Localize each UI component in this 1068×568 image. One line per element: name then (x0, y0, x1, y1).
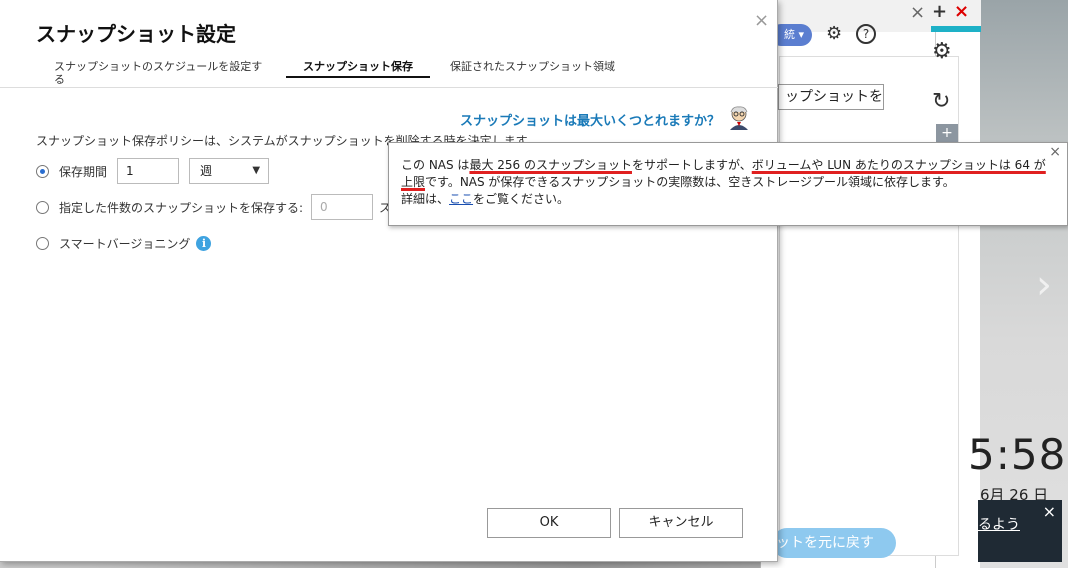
notification-text[interactable]: るよう (978, 514, 1038, 534)
tooltip-text-part: この NAS は (401, 158, 470, 172)
max-snapshots-help-link[interactable]: スナップショットは最大いくつとれますか？ (460, 110, 720, 129)
retention-period-label: 保存期間 (59, 164, 108, 179)
ok-button[interactable]: OK (487, 508, 611, 538)
retention-unit-select[interactable]: 週 ▼ (189, 158, 270, 184)
retention-period-radio[interactable] (36, 164, 49, 178)
settings-gear-icon[interactable]: ⚙ (932, 41, 952, 63)
background-window-panel (779, 56, 959, 556)
dialog-title: スナップショット設定 (36, 22, 236, 46)
tooltip-text: この NAS は最大 256 のスナップショットをサポートしますが、ボリュームや… (401, 157, 1051, 208)
chevron-right-icon[interactable]: › (1036, 262, 1052, 308)
tab-guaranteed-space[interactable]: 保証されたスナップショット領域 (450, 60, 650, 73)
take-snapshot-button[interactable]: ップショットを撮る (778, 84, 884, 110)
notification-toast: るよう × (978, 500, 1062, 562)
keep-count-label: 指定した件数のスナップショットを保存する: (59, 200, 304, 215)
tooltip-highlight-max: 最大 256 のスナップショット (469, 158, 632, 172)
keep-count-option: 指定した件数のスナップショットを保存する: 0 ス (36, 194, 391, 220)
dialog-close-icon[interactable]: × (754, 10, 769, 31)
tooltip-text-part: です。NAS が保存できるスナップショットの実際数は、空きストレージプール領域に… (425, 175, 955, 189)
restore-snapshot-button[interactable]: ットを元に戻す (772, 528, 896, 558)
cancel-button[interactable]: キャンセル (619, 508, 743, 538)
snapshot-limit-tooltip: × この NAS は最大 256 のスナップショットをサポートしますが、ボリュー… (388, 142, 1068, 226)
retention-period-option: 保存期間 1 週 ▼ (36, 158, 270, 184)
tab-bar: スナップショットのスケジュールを設定する スナップショット保存 保証されたスナッ… (0, 56, 778, 88)
tooltip-text-part: 詳細は、 (401, 192, 450, 206)
info-icon[interactable]: i (196, 235, 212, 251)
retention-period-input[interactable]: 1 (117, 158, 180, 184)
details-link[interactable]: ここ (449, 192, 473, 206)
keep-count-radio[interactable] (36, 200, 49, 214)
tooltip-text-part: をご覧ください。 (473, 192, 570, 206)
window-close-icon[interactable]: × (954, 2, 969, 22)
tab-retention[interactable]: スナップショット保存 (286, 60, 430, 78)
smart-versioning-option: スマートバージョニング i (36, 230, 212, 256)
snapshot-settings-dialog: スナップショット設定 × スナップショットのスケジュールを設定する スナップショ… (0, 0, 778, 562)
smart-versioning-radio[interactable] (36, 236, 49, 250)
help-icon[interactable]: ? (856, 24, 876, 44)
smart-versioning-label: スマートバージョニング (59, 236, 191, 251)
refresh-icon[interactable]: ↻ (932, 91, 950, 113)
tooltip-text-part: をサポートしますが、 (631, 158, 752, 172)
desktop-wallpaper (978, 0, 1068, 568)
desktop-clock: 5:58 (968, 430, 1067, 479)
notification-close-icon[interactable]: × (1043, 502, 1056, 521)
background-close-icon[interactable]: × (910, 2, 925, 23)
retention-unit-value: 週 (200, 164, 213, 178)
dropdown-arrow-icon: ▼ (252, 165, 261, 176)
add-square-icon[interactable]: + (936, 124, 958, 142)
background-window-accent-bar (931, 26, 981, 32)
tooltip-close-icon[interactable]: × (1049, 144, 1061, 160)
keep-count-input[interactable]: 0 (311, 194, 374, 220)
tab-schedule[interactable]: スナップショットのスケジュールを設定する (54, 60, 272, 86)
gear-icon[interactable]: ⚙ (826, 24, 842, 44)
professor-help-icon[interactable] (726, 104, 752, 130)
add-icon[interactable]: + (932, 2, 947, 22)
